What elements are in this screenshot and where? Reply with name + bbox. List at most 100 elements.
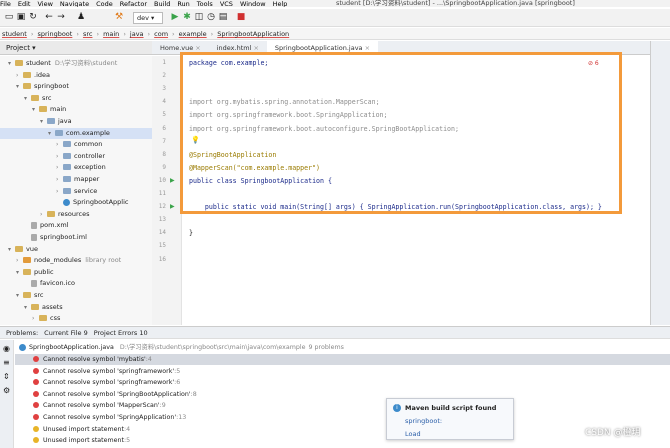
breadcrumb-item[interactable]: example [177,28,209,39]
breadcrumb-item[interactable]: com [152,28,170,39]
problem-row[interactable]: Cannot resolve symbol 'MapperScan':9 [15,400,670,411]
expand-arrow-icon[interactable]: › [56,186,63,197]
expand-arrow-icon[interactable]: › [56,162,63,173]
close-icon[interactable]: × [363,44,370,52]
menu-item[interactable]: Window [240,0,266,8]
problem-row[interactable]: Unused import statement:4 [15,424,670,435]
tree-row[interactable]: ▾ com.example [0,127,152,139]
menu-item[interactable]: Help [273,0,288,8]
profile-icon[interactable]: ◷ [206,12,216,22]
menu-item[interactable]: Navigate [60,0,89,8]
expand-arrow-icon[interactable]: › [40,209,47,220]
expand-arrow-icon[interactable]: › [56,174,63,185]
problem-row[interactable]: Cannot resolve symbol 'springframework':… [15,377,670,388]
problem-row[interactable]: Unused import statement:5 [15,435,670,446]
back-icon[interactable]: ← [44,12,54,22]
run-gutter-icon[interactable]: ▶ [170,203,175,210]
expand-arrow-icon[interactable]: ▾ [32,104,39,115]
problem-row[interactable]: Cannot resolve symbol 'springframework':… [15,366,670,377]
expand-arrow-icon[interactable]: ▾ [16,267,23,278]
tree-row[interactable]: ▾ vue [0,244,152,255]
coverage-icon[interactable]: ◫ [194,12,204,22]
close-icon[interactable]: × [251,44,258,52]
tree-row[interactable]: › .idea [0,70,152,81]
save-icon[interactable]: ▣ [16,12,26,22]
menu-item[interactable]: File [0,0,11,8]
tree-row[interactable]: ▾ main [0,104,152,115]
expand-arrow-icon[interactable]: ▾ [40,116,47,127]
menu-item[interactable]: VCS [220,0,233,8]
menu-item[interactable]: Edit [18,0,31,8]
tree-row[interactable]: ▾ springboot [0,81,152,92]
problems-tab[interactable]: Current File 9 [44,329,88,337]
tree-row[interactable]: favicon.ico [0,278,152,289]
tree-row[interactable]: › service [0,186,152,197]
expand-arrow-icon[interactable]: › [56,139,63,150]
problem-row[interactable]: Cannot resolve symbol 'SpringBootApplica… [15,389,670,400]
expand-arrow-icon[interactable]: › [16,255,23,266]
expand-arrow-icon[interactable]: ▾ [24,93,31,104]
breadcrumb-item[interactable]: main [101,28,121,39]
menu-item[interactable]: Build [154,0,170,8]
menu-item[interactable]: Refactor [120,0,147,8]
tree-row[interactable]: › mapper [0,174,152,185]
eye-icon[interactable]: ◉ [3,344,10,353]
tree-row[interactable]: ▾ src [0,290,152,301]
expand-arrow-icon[interactable]: ▾ [24,302,31,313]
build-hammer-icon[interactable]: ⚒ [114,12,124,22]
run-icon[interactable]: ▶ [170,12,180,22]
problem-row[interactable]: Cannot resolve symbol 'mybatis':4 [15,354,670,365]
breadcrumb-item[interactable]: student [0,28,29,39]
tree-row[interactable]: › css [0,313,152,324]
tree-row[interactable]: › resources [0,209,152,220]
expand-arrow-icon[interactable]: ▾ [8,58,15,69]
forward-icon[interactable]: → [56,12,66,22]
refresh-icon[interactable]: ↻ [28,12,38,22]
expand-arrow-icon[interactable]: ▾ [8,244,15,255]
warning-icon [33,437,39,444]
tree-row[interactable]: › controller [0,151,152,162]
highlight-frame [180,52,622,214]
tree-row[interactable]: › common [0,139,152,150]
menu-item[interactable]: Run [177,0,189,8]
breadcrumb-item[interactable]: java [128,28,146,39]
run-gutter-icon[interactable]: ▶ [170,177,175,184]
expand-arrow-icon[interactable]: ▾ [48,128,55,139]
settings-icon[interactable]: ⚙ [3,386,10,395]
tree-row[interactable]: springboot.iml [0,232,152,243]
expand-arrow-icon[interactable]: › [56,151,63,162]
folder-icon[interactable]: ▭ [4,12,14,22]
close-icon[interactable]: × [193,44,200,52]
problems-file-row[interactable]: SpringbootApplication.java D:\学习资料\studen… [15,342,670,353]
filter-icon[interactable]: ≡ [3,358,10,367]
expand-arrow-icon[interactable]: › [32,313,39,324]
breadcrumb-item[interactable]: springboot [35,28,74,39]
tree-row[interactable]: ▾ src [0,93,152,104]
tree-row[interactable]: SpringbootApplic [0,197,152,208]
tree-row[interactable]: ▾ java [0,116,152,127]
expand-arrow-icon[interactable]: ▾ [16,81,23,92]
breadcrumb-item[interactable]: src [81,28,95,39]
menu-item[interactable]: Tools [197,0,213,8]
stop-icon[interactable]: ■ [236,12,246,22]
problems-tab[interactable]: Project Errors 10 [94,329,148,337]
expand-icon[interactable]: ⇕ [3,372,10,381]
tree-row[interactable]: ▾ public [0,267,152,278]
debug-icon[interactable]: ✱ [182,12,192,22]
tree-row[interactable]: › exception [0,162,152,173]
expand-arrow-icon[interactable]: › [16,70,23,81]
tree-row[interactable]: › node_modules library root [0,255,152,266]
user-icon[interactable]: ♟ [76,12,86,22]
menu-item[interactable]: Code [96,0,113,8]
problem-row[interactable]: Cannot resolve symbol 'SpringApplication… [15,412,670,423]
run-configuration-select[interactable]: dev ▾ [133,12,163,24]
project-panel-header[interactable]: Project ▾ [0,41,152,55]
breadcrumb-item[interactable]: SpringbootApplication [215,28,291,39]
tree-row[interactable]: ▾ student D:\学习资料\student [0,58,152,69]
menu-item[interactable]: View [37,0,52,8]
attach-icon[interactable]: ▤ [218,12,228,22]
tree-row[interactable]: pom.xml [0,220,152,231]
tree-row[interactable]: ▾ assets [0,302,152,313]
expand-arrow-icon[interactable]: ▾ [16,290,23,301]
maven-load-link[interactable]: Load [405,430,421,438]
